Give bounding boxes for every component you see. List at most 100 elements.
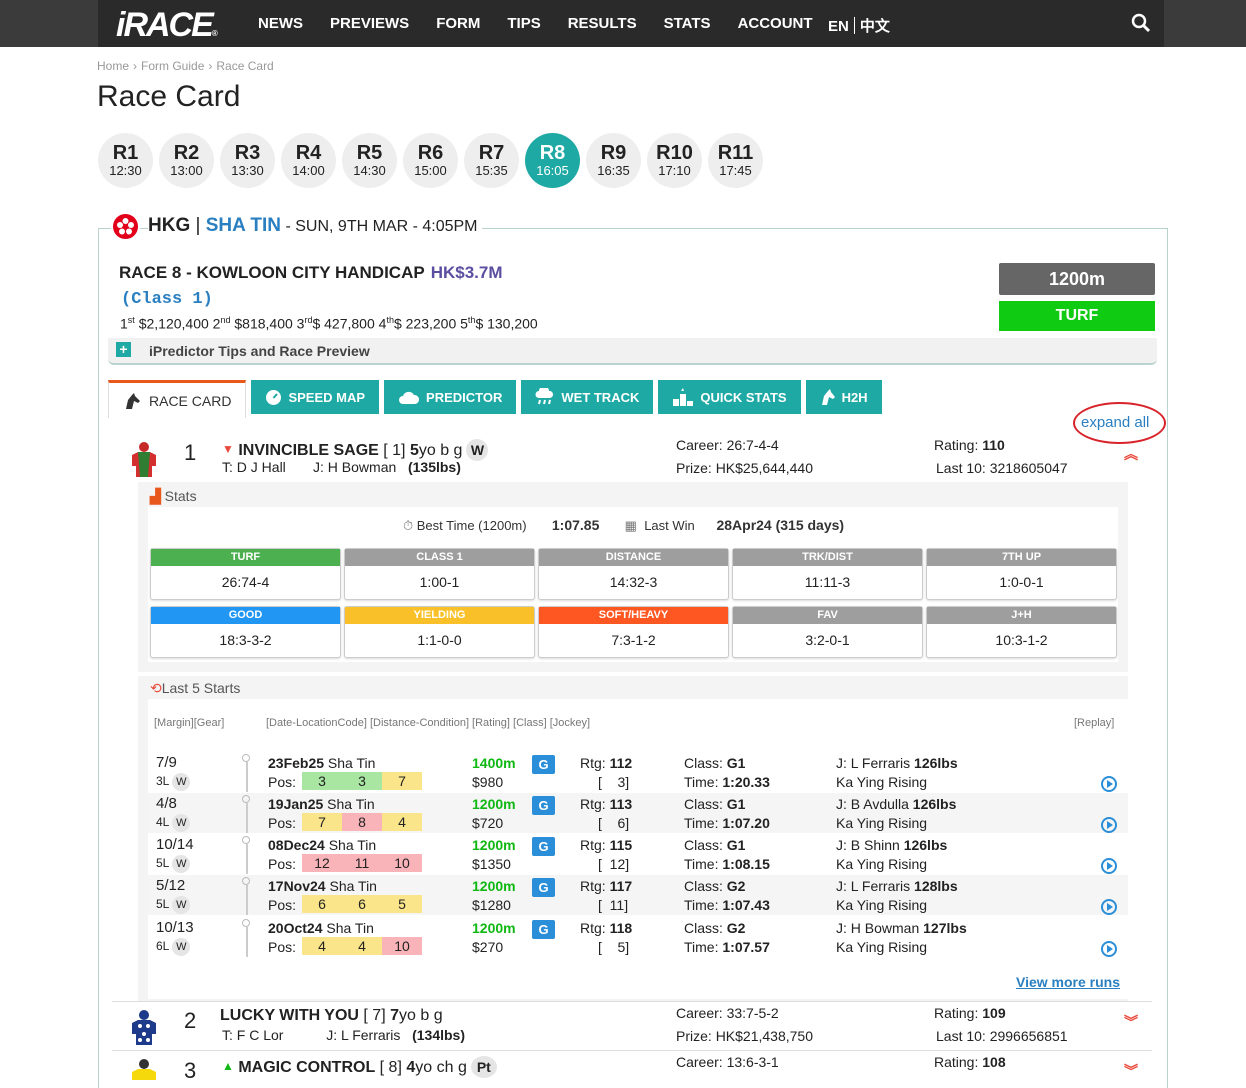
race-button-r1[interactable]: R1 12:30 [98, 133, 153, 188]
run-jockey: J: H Bowman 127lbs [836, 920, 967, 936]
language-switcher[interactable]: EN 中文 [828, 15, 890, 36]
expand-chevron-icon[interactable]: ︾ [1124, 1064, 1138, 1078]
breadcrumb-item[interactable]: Form Guide [141, 59, 204, 73]
replay-play-icon[interactable] [1101, 776, 1117, 792]
jockey-name: J: B Shinn [836, 837, 904, 853]
tab-predictor[interactable]: PREDICTOR [384, 380, 517, 414]
stat-card-turf: TURF 26:74-4 [150, 548, 341, 600]
race-button-r4[interactable]: R4 14:00 [281, 133, 336, 188]
prize-place: 5 [460, 315, 468, 332]
class-value: G1 [726, 837, 746, 853]
gear-badge: W [172, 855, 191, 873]
track-condition-badge: G [532, 920, 555, 939]
runner-name[interactable]: LUCKY WITH YOU [ 7] 7yo b g [220, 1007, 443, 1025]
tab-wet-track[interactable]: WET TRACK [521, 380, 654, 414]
race-number: R2 [173, 142, 200, 164]
race-button-r8[interactable]: R8 16:05 [525, 133, 580, 188]
runner-row-1[interactable]: 1 ▼ INVINCIBLE SAGE [ 1] 5yo b gW T: D J… [112, 432, 1152, 482]
race-number: R1 [112, 142, 139, 164]
race-time: 16:05 [536, 163, 569, 178]
replay-play-icon[interactable] [1101, 941, 1117, 957]
tab-h2h[interactable]: H2H [805, 380, 882, 414]
jockey-weight: 126lbs [912, 796, 957, 812]
venue-link[interactable]: SHA TIN [206, 215, 281, 236]
nav-item-stats[interactable]: STATS [664, 15, 711, 32]
stat-card-header: YIELDING [345, 607, 534, 624]
stats-grid: TURF 26:74-4 CLASS 1 1:00-1 DISTANCE 14:32-3 T… [150, 548, 1117, 658]
nav-item-form[interactable]: FORM [436, 15, 480, 32]
irace-logo[interactable]: iRACE® [116, 6, 218, 45]
barrier-marker-icon [242, 836, 250, 844]
past-run-row[interactable]: 7/9 3L W 23Feb25 Sha Tin Pos: 3 3 7 1400m $980 G Rt… [148, 752, 1128, 792]
position-box: 6 [302, 895, 342, 913]
position-box: 6 [342, 895, 382, 913]
speedometer-icon [266, 389, 282, 405]
margin: 4L [156, 815, 170, 829]
view-more-runs-link[interactable]: View more runs [1016, 974, 1120, 990]
race-button-r10[interactable]: R10 17:10 [647, 133, 702, 188]
stat-card-j-h: J+H 10:3-1-2 [926, 606, 1117, 658]
race-button-r9[interactable]: R9 16:35 [586, 133, 641, 188]
nav-item-results[interactable]: RESULTS [568, 15, 637, 32]
stat-card-value: 3:2-0-1 [805, 632, 850, 648]
runner-name[interactable]: ▼ INVINCIBLE SAGE [ 1] 5yo b gW [222, 439, 489, 461]
gear-badge: W [172, 896, 191, 914]
past-run-row[interactable]: 5/12 5L W 17Nov24 Sha Tin Pos: 6 6 5 1200m $1280 G… [148, 875, 1128, 915]
run-jockey: J: B Shinn 126lbs [836, 837, 947, 853]
run-location: Sha Tin [325, 878, 377, 894]
position-box: 5 [382, 895, 422, 913]
nav-item-tips[interactable]: TIPS [507, 15, 540, 32]
barrier-line [246, 844, 248, 874]
search-icon[interactable] [1131, 13, 1151, 38]
replay-play-icon[interactable] [1101, 899, 1117, 915]
expand-plus-icon[interactable]: + [116, 342, 131, 357]
gear-badge: W [172, 814, 191, 832]
breadcrumb-item: Race Card [216, 59, 274, 73]
jockey-weight: 126lbs [903, 837, 948, 853]
race-button-r3[interactable]: R3 13:30 [220, 133, 275, 188]
meeting-header: HKG | SHA TIN - SUN, 9TH MAR - 4:05PM [148, 215, 482, 237]
runner-row-3[interactable]: 3 ▲ MAGIC CONTROL [ 8] 4yo ch g Pt Career… [112, 1051, 1152, 1080]
winner-name: Ka Ying Rising [836, 815, 928, 831]
barrier-line [246, 927, 248, 957]
hk-flag-icon [111, 212, 140, 241]
run-class: Class: G1 [684, 796, 745, 812]
breadcrumb-item[interactable]: Home [97, 59, 129, 73]
expand-chevron-icon[interactable]: ︾ [1124, 1015, 1138, 1029]
race-button-r11[interactable]: R11 17:45 [708, 133, 763, 188]
barrier-marker-icon [242, 919, 250, 927]
run-location: Sha Tin [324, 755, 376, 771]
barrier-line [246, 885, 248, 915]
race-button-r6[interactable]: R6 15:00 [403, 133, 458, 188]
tab-race-card[interactable]: RACE CARD [108, 380, 247, 418]
stat-card-fav: FAV 3:2-0-1 [732, 606, 923, 658]
race-button-r7[interactable]: R7 15:35 [464, 133, 519, 188]
odds-up-icon: ▲ [222, 1059, 234, 1073]
tab-quick-stats[interactable]: QUICK STATS [658, 380, 801, 414]
nav-item-previews[interactable]: PREVIEWS [330, 15, 409, 32]
tab-speed-map[interactable]: SPEED MAP [251, 380, 380, 414]
position-label: Pos: [268, 815, 297, 831]
past-run-row[interactable]: 10/13 6L W 20Oct24 Sha Tin Pos: 4 4 10 1200m $270… [148, 917, 1128, 957]
rain-cloud-icon [535, 388, 554, 405]
nav-item-account[interactable]: ACCOUNT [738, 15, 813, 32]
nav-item-news[interactable]: NEWS [258, 15, 303, 32]
past-run-row[interactable]: 4/8 4L W 19Jan25 Sha Tin Pos: 7 8 4 1200m $720 G Rt… [148, 793, 1128, 833]
race-button-r5[interactable]: R5 14:30 [342, 133, 397, 188]
replay-play-icon[interactable] [1101, 858, 1117, 874]
stat-card-value: 10:3-1-2 [995, 632, 1048, 648]
run-time: Time: 1:20.33 [684, 774, 770, 790]
race-button-r2[interactable]: R2 13:00 [159, 133, 214, 188]
past-run-row[interactable]: 10/14 5L W 08Dec24 Sha Tin Pos: 12 11 10 1200m $1… [148, 834, 1128, 874]
run-date-location: 20Oct24 Sha Tin [268, 920, 374, 936]
ipredictor-panel[interactable]: + iPredictor Tips and Race Preview [108, 338, 1157, 365]
runner-name[interactable]: ▲ MAGIC CONTROL [ 8] 4yo ch g Pt [222, 1056, 497, 1078]
collapse-chevron-icon[interactable]: ︽ [1124, 447, 1138, 461]
position-box: 10 [382, 854, 422, 872]
stat-card-header: TRK/DIST [733, 549, 922, 566]
stat-card-value: 18:3-3-2 [219, 632, 272, 648]
trainer-jockey: T: D J Hall J: H Bowman (135lbs) [222, 459, 461, 475]
replay-play-icon[interactable] [1101, 817, 1117, 833]
run-date: 08Dec24 [268, 837, 325, 853]
runner-row-2[interactable]: 2 LUCKY WITH YOU [ 7] 7yo b g T: F C Lor… [112, 1002, 1152, 1050]
